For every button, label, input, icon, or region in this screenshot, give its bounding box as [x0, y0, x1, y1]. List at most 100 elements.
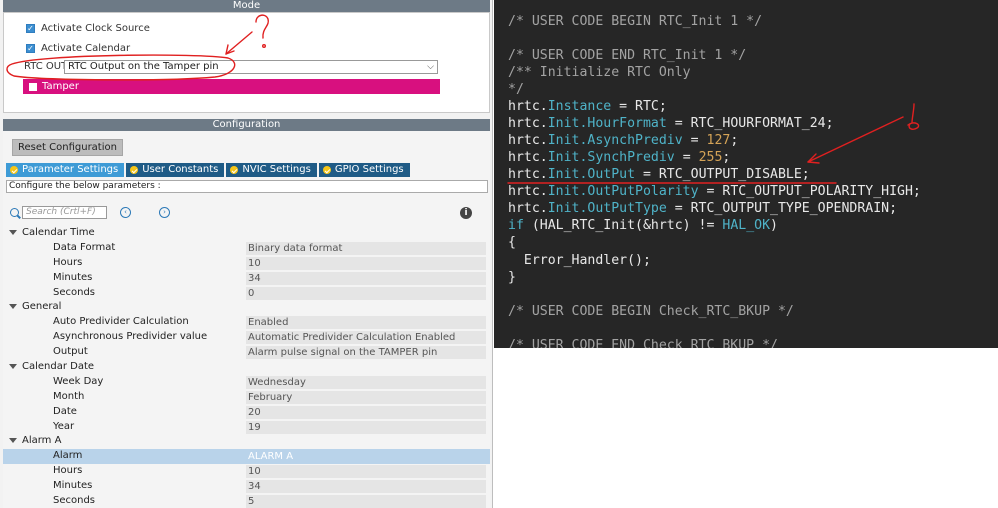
parameter-row[interactable]: Asynchronous Predivider value Automatic P…: [3, 330, 490, 345]
code-keyword: if: [508, 218, 524, 233]
chevron-down-icon[interactable]: [9, 304, 17, 310]
parameter-label: Hours: [53, 256, 83, 268]
parameter-row[interactable]: Alarm ALARM A: [3, 449, 490, 465]
code-object: hrtc.: [508, 167, 548, 182]
code-end: ;: [722, 150, 731, 165]
tab-nvic-settings[interactable]: NVIC Settings: [226, 163, 317, 177]
tab-user-constants[interactable]: User Constants: [126, 163, 225, 177]
tab-gpio-settings[interactable]: GPIO Settings: [318, 163, 410, 177]
config-description: Configure the below parameters :: [6, 180, 488, 193]
parameter-value[interactable]: Alarm pulse signal on the TAMPER pin: [246, 346, 486, 360]
code-field: Init.HourFormat: [547, 116, 667, 131]
parameter-group[interactable]: Alarm A: [3, 434, 490, 449]
parameter-value[interactable]: 34: [246, 480, 486, 494]
code-line-hourformat: hrtc.Init.HourFormat = RTC_HOURFORMAT_24…: [508, 116, 834, 131]
expand-all-icon[interactable]: ›: [159, 207, 170, 218]
code-line: /** Initialize RTC Only: [508, 65, 691, 80]
search-input[interactable]: Search (Crtl+F): [22, 206, 107, 219]
code-rest: = RTC;: [611, 99, 667, 114]
parameter-row[interactable]: Seconds 5: [3, 494, 490, 508]
code-number: 255: [698, 150, 723, 165]
parameter-row[interactable]: Year 19: [3, 420, 490, 435]
parameter-group[interactable]: Calendar Time: [3, 226, 490, 241]
chevron-down-icon[interactable]: [9, 230, 17, 235]
search-icon[interactable]: [10, 208, 19, 217]
parameter-value[interactable]: ALARM A: [246, 450, 486, 464]
rtc-out-label: RTC OUT: [24, 61, 68, 72]
parameter-group[interactable]: General: [3, 300, 490, 315]
configuration-section: Reset Configuration Parameter Settings Us…: [3, 131, 490, 508]
parameter-label: Minutes: [53, 480, 93, 492]
code-rest: = RTC_HOURFORMAT_24;: [666, 116, 834, 131]
parameter-value[interactable]: Automatic Predivider Calculation Enabled: [246, 331, 486, 345]
parameter-value[interactable]: Wednesday: [246, 375, 486, 389]
checkbox-checked-icon[interactable]: ✓: [26, 43, 35, 53]
parameter-value[interactable]: 0: [246, 286, 486, 300]
activate-clock-source-label: Activate Clock Source: [41, 22, 150, 34]
code-field: Init.AsynchPrediv: [547, 133, 683, 148]
parameter-group-label: Calendar Date: [22, 361, 95, 373]
info-icon[interactable]: i: [460, 207, 472, 219]
parameter-value[interactable]: Binary data format: [246, 241, 486, 255]
parameter-row[interactable]: Data Format Binary data format: [3, 241, 490, 256]
code-rest: (HAL_RTC_Init(&hrtc) !=: [523, 218, 723, 233]
tamper-option[interactable]: Tamper: [23, 79, 440, 94]
code-line: */: [508, 82, 524, 97]
code-eq: =: [674, 150, 699, 165]
code-object: hrtc.: [508, 133, 548, 148]
activate-clock-source-option[interactable]: ✓ Activate Clock Source: [26, 20, 150, 36]
chevron-down-icon[interactable]: ⌵: [427, 61, 434, 73]
parameter-row[interactable]: Output Alarm pulse signal on the TAMPER p…: [3, 345, 490, 360]
tab-label: GPIO Settings: [334, 164, 404, 175]
reset-configuration-button[interactable]: Reset Configuration: [12, 139, 123, 156]
rtc-out-select[interactable]: RTC Output on the Tamper pin ⌵: [64, 60, 438, 74]
activate-calendar-option[interactable]: ✓ Activate Calendar: [26, 40, 130, 56]
collapse-all-icon[interactable]: ‹: [120, 207, 131, 218]
parameter-value[interactable]: February: [246, 390, 486, 404]
code-line-type: hrtc.Init.OutPutType = RTC_OUTPUT_TYPE_O…: [508, 201, 897, 216]
parameter-label: Output: [53, 346, 88, 358]
parameter-label: Seconds: [53, 495, 96, 507]
code-rest: = RTC_OUTPUT_POLARITY_HIGH;: [698, 184, 921, 199]
code-line: Error_Handler();: [508, 253, 651, 268]
mode-section: ✓ Activate Clock Source ✓ Activate Calen…: [3, 12, 490, 113]
tab-parameter-settings[interactable]: Parameter Settings: [6, 163, 125, 177]
parameter-row[interactable]: Week Day Wednesday: [3, 375, 490, 390]
checkbox-unchecked-icon[interactable]: [29, 82, 37, 91]
parameter-value[interactable]: 10: [246, 465, 486, 479]
checkbox-checked-icon[interactable]: ✓: [26, 23, 35, 33]
parameter-value[interactable]: 5: [246, 495, 486, 508]
parameter-value[interactable]: 10: [246, 256, 486, 270]
parameter-row[interactable]: Minutes 34: [3, 479, 490, 494]
parameter-row[interactable]: Hours 10: [3, 256, 490, 271]
check-circle-icon: [10, 166, 18, 174]
parameter-value[interactable]: Enabled: [246, 316, 486, 330]
parameter-row[interactable]: Date 20: [3, 405, 490, 420]
parameter-label: Hours: [53, 465, 83, 477]
chevron-down-icon[interactable]: [9, 364, 17, 370]
parameter-row[interactable]: Hours 10: [3, 464, 490, 479]
parameter-value[interactable]: 19: [246, 420, 486, 434]
code-line-instance: hrtc.Instance = RTC;: [508, 99, 667, 114]
code-field: Init.SynchPrediv: [547, 150, 675, 165]
parameter-value[interactable]: 20: [246, 405, 486, 419]
cubemx-rtc-panel: Mode ✓ Activate Clock Source ✓ Activate …: [0, 0, 493, 508]
parameter-row[interactable]: Auto Predivider Calculation Enabled: [3, 315, 490, 330]
parameter-group[interactable]: Calendar Date: [3, 360, 490, 375]
parameter-label: Data Format: [53, 241, 116, 253]
parameter-row[interactable]: Month February: [3, 390, 490, 405]
code-end: ;: [730, 133, 739, 148]
code-editor[interactable]: /* USER CODE BEGIN RTC_Init 1 */ /* USER…: [494, 0, 998, 348]
parameter-row[interactable]: Seconds 0: [3, 286, 490, 301]
parameter-label: Alarm: [53, 450, 83, 462]
code-object: hrtc.: [508, 150, 548, 165]
chevron-down-icon[interactable]: [9, 438, 17, 444]
parameter-row[interactable]: Minutes 34: [3, 271, 490, 286]
parameter-label: Month: [53, 390, 85, 402]
rtc-out-selected-value: RTC Output on the Tamper pin: [68, 61, 219, 72]
code-line-output: hrtc.Init.OutPut = RTC_OUTPUT_DISABLE;: [508, 167, 810, 182]
code-object: hrtc.: [508, 99, 548, 114]
parameter-value[interactable]: 34: [246, 271, 486, 285]
code-field: Init.OutPutType: [547, 201, 667, 216]
tab-label: NVIC Settings: [242, 164, 311, 175]
